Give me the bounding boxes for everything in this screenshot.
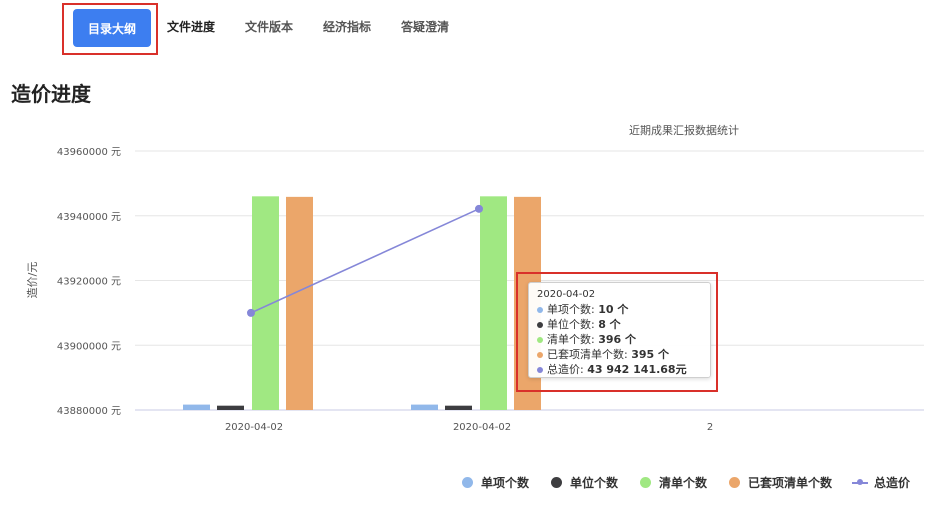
tooltip-label: 单位个数: (547, 318, 599, 331)
legend-item-single-count[interactable]: 单项个数 (462, 474, 529, 492)
legend-label: 总造价 (874, 476, 911, 490)
legend-label: 单位个数 (570, 476, 619, 490)
page-title: 造价进度 (11, 82, 91, 106)
tooltip-highlight: 2020-04-02 单项个数: 10 个 单位个数: 8 个 清单个数: 39… (516, 272, 718, 392)
tooltip-label: 清单个数: (547, 333, 599, 346)
tab-outline[interactable]: 目录大纲 (73, 9, 151, 47)
tab-file-progress[interactable]: 文件进度 (167, 18, 215, 35)
x-tick-label: 2020-04-02 (225, 422, 283, 433)
legend-label: 已套项清单个数 (748, 476, 833, 490)
tooltip-row: 清单个数: 396 个 (537, 332, 702, 347)
bar (411, 404, 438, 410)
tooltip-label: 总造价: (547, 363, 588, 376)
chart-legend: 单项个数 单位个数 清单个数 已套项清单个数 总造价 (0, 474, 926, 494)
legend-item-total-cost[interactable]: 总造价 (852, 474, 910, 492)
y-tick-label: 43920000 元 (57, 277, 121, 288)
tooltip-value: 396 个 (598, 333, 636, 346)
line-point (247, 308, 255, 317)
legend-label: 清单个数 (659, 476, 708, 490)
tooltip-label: 已套项清单个数: (547, 348, 632, 361)
tooltip-row: 总造价: 43 942 141.68元 (537, 362, 702, 377)
chart-tooltip: 2020-04-02 单项个数: 10 个 单位个数: 8 个 清单个数: 39… (528, 282, 711, 378)
legend-item-list-count[interactable]: 清单个数 (640, 474, 707, 492)
bar (183, 404, 210, 410)
legend-dot-icon (640, 477, 651, 488)
series-dot-icon (537, 367, 543, 373)
legend-label: 单项个数 (481, 476, 530, 490)
bar (445, 405, 472, 410)
legend-dot-icon (729, 477, 740, 488)
bar (286, 196, 313, 410)
y-tick-label: 43960000 元 (57, 147, 121, 158)
y-tick-label: 43940000 元 (57, 212, 121, 223)
cost-progress-chart: 近期成果汇报数据统计造价/元 43880000 元 43900000 元 439200… (25, 123, 924, 433)
tooltip-value: 395 个 (631, 348, 669, 361)
chart-title: 近期成果汇报数据统计 (629, 123, 739, 137)
x-tick-label: 2020-04-02 (453, 422, 511, 433)
legend-dot-icon (551, 477, 562, 488)
tooltip-row: 单项个数: 10 个 (537, 302, 702, 317)
tooltip-row: 单位个数: 8 个 (537, 317, 702, 332)
legend-item-unit-count[interactable]: 单位个数 (551, 474, 618, 492)
total-cost-line (250, 208, 480, 314)
y-axis-label: 造价/元 (25, 262, 39, 299)
tooltip-value: 43 942 141.68元 (587, 363, 687, 376)
series-dot-icon (537, 307, 543, 313)
x-tick-label: 2 (707, 422, 713, 433)
legend-line-icon (852, 477, 868, 488)
series-dot-icon (537, 337, 543, 343)
legend-dot-icon (462, 477, 473, 488)
series-dot-icon (537, 352, 543, 358)
tooltip-date: 2020-04-02 (537, 289, 596, 300)
tab-qa-clarification[interactable]: 答疑澄清 (401, 18, 449, 35)
tab-bar: 目录大纲 文件进度 文件版本 经济指标 答疑澄清 (0, 0, 926, 56)
line-point (475, 204, 483, 213)
tooltip-value: 8 个 (598, 318, 621, 331)
tooltip-row: 已套项清单个数: 395 个 (537, 347, 702, 362)
bar (217, 405, 244, 410)
tab-file-version[interactable]: 文件版本 (245, 18, 293, 35)
bar (252, 196, 279, 410)
tooltip-value: 10 个 (598, 303, 629, 316)
tab-economic-indicators[interactable]: 经济指标 (323, 18, 371, 35)
y-tick-label: 43880000 元 (57, 406, 121, 417)
legend-item-applied-list-count[interactable]: 已套项清单个数 (729, 474, 832, 492)
y-tick-label: 43900000 元 (57, 341, 121, 352)
bar (480, 196, 507, 410)
active-tab-highlight: 目录大纲 (62, 3, 158, 55)
tooltip-label: 单项个数: (547, 303, 599, 316)
series-dot-icon (537, 322, 543, 328)
